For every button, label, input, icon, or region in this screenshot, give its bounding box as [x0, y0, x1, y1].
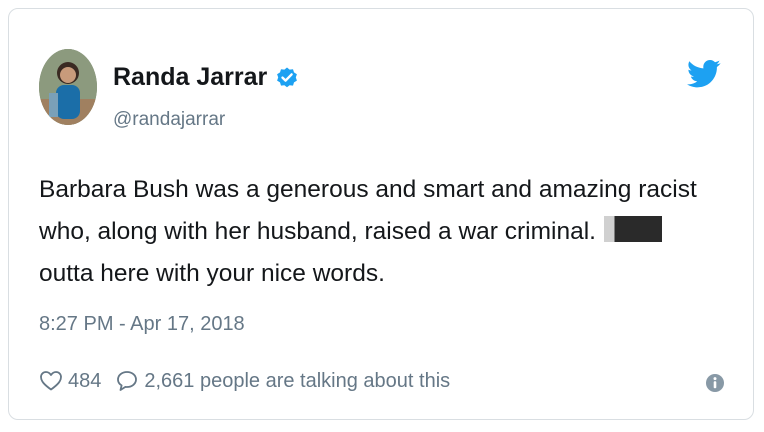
- display-name[interactable]: Randa Jarrar: [113, 63, 267, 92]
- tweet-line-1: Barbara Bush was a generous and smart an…: [39, 176, 697, 203]
- tweet-text: Barbara Bush was a generous and smart an…: [39, 169, 719, 295]
- speech-bubble-icon: [117, 371, 138, 391]
- avatar-image: [39, 49, 97, 125]
- tweet-actions: 484 2,661 people are talking about this: [39, 369, 450, 393]
- tweet-line-2: who, along with her husband, raised a wa…: [39, 218, 596, 245]
- likes-count: 484: [68, 369, 102, 392]
- avatar[interactable]: [39, 49, 97, 125]
- tweet-timestamp[interactable]: 8:27 PM - Apr 17, 2018: [39, 313, 245, 336]
- talking-count: 2,661 people are talking about this: [144, 369, 451, 392]
- name-row: Randa Jarrar: [113, 63, 299, 92]
- conversation-button[interactable]: 2,661 people are talking about this: [115, 369, 450, 393]
- heart-icon: [40, 371, 62, 391]
- tweet-card: Randa Jarrar @randajarrar Barbara Bush w…: [8, 8, 754, 420]
- like-button[interactable]: 484: [39, 369, 101, 393]
- verified-badge-icon: [275, 66, 299, 90]
- info-icon[interactable]: [705, 373, 725, 393]
- twitter-bird-icon[interactable]: [687, 59, 721, 89]
- user-handle[interactable]: @randajarrar: [113, 109, 225, 131]
- tweet-line-3: outta here with your nice words.: [39, 260, 385, 287]
- tweet-line-2-wrap: who, along with her husband, raised a wa…: [39, 211, 719, 253]
- redaction-block: [603, 216, 662, 242]
